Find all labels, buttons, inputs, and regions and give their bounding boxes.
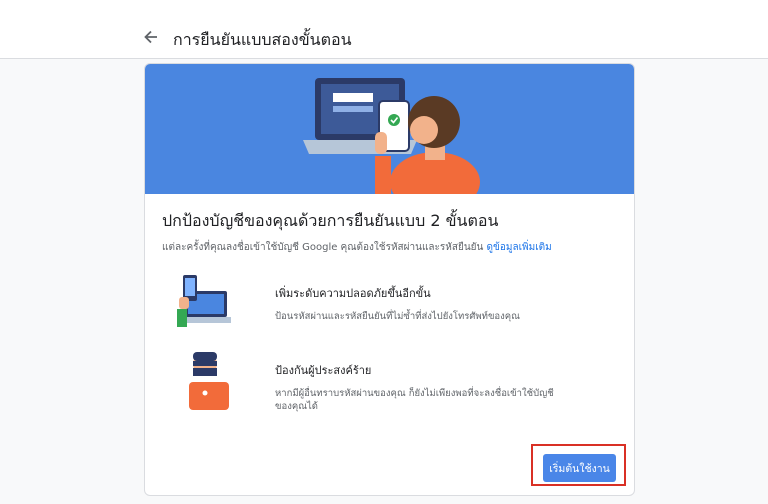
button-highlight — [531, 444, 626, 486]
arrow-left-icon[interactable] — [140, 26, 162, 48]
hacker-icon — [179, 348, 231, 414]
page-title: การยืนยันแบบสองขั้นตอน — [173, 30, 352, 49]
feature-body: หากมีผู้อื่นทราบรหัสผ่านของคุณ ก็ยังไม่เ… — [275, 388, 554, 412]
description-text: แต่ละครั้งที่คุณลงชื่อเข้าใช้บัญชี Googl… — [162, 242, 484, 253]
top-bar: การยืนยันแบบสองขั้นตอน — [0, 0, 768, 59]
hero-illustration — [145, 64, 634, 194]
card-heading: ปกป้องบัญชีของคุณด้วยการยืนยันแบบ 2 ขั้น… — [162, 211, 499, 230]
intro-card: ปกป้องบัญชีของคุณด้วยการยืนยันแบบ 2 ขั้น… — [144, 63, 635, 496]
learn-more-link[interactable]: ดูข้อมูลเพิ่มเติม — [487, 242, 552, 253]
feature-body: ป้อนรหัสผ่านและรหัสยืนยันที่ไม่ซ้ำที่ส่ง… — [275, 311, 520, 322]
card-description: แต่ละครั้งที่คุณลงชื่อเข้าใช้บัญชี Googl… — [162, 240, 552, 255]
feature-title: เพิ่มระดับความปลอดภัยขึ้นอีกขั้น — [275, 287, 431, 300]
feature-title: ป้องกันผู้ประสงค์ร้าย — [275, 364, 372, 377]
phone-laptop-icon — [173, 269, 233, 333]
